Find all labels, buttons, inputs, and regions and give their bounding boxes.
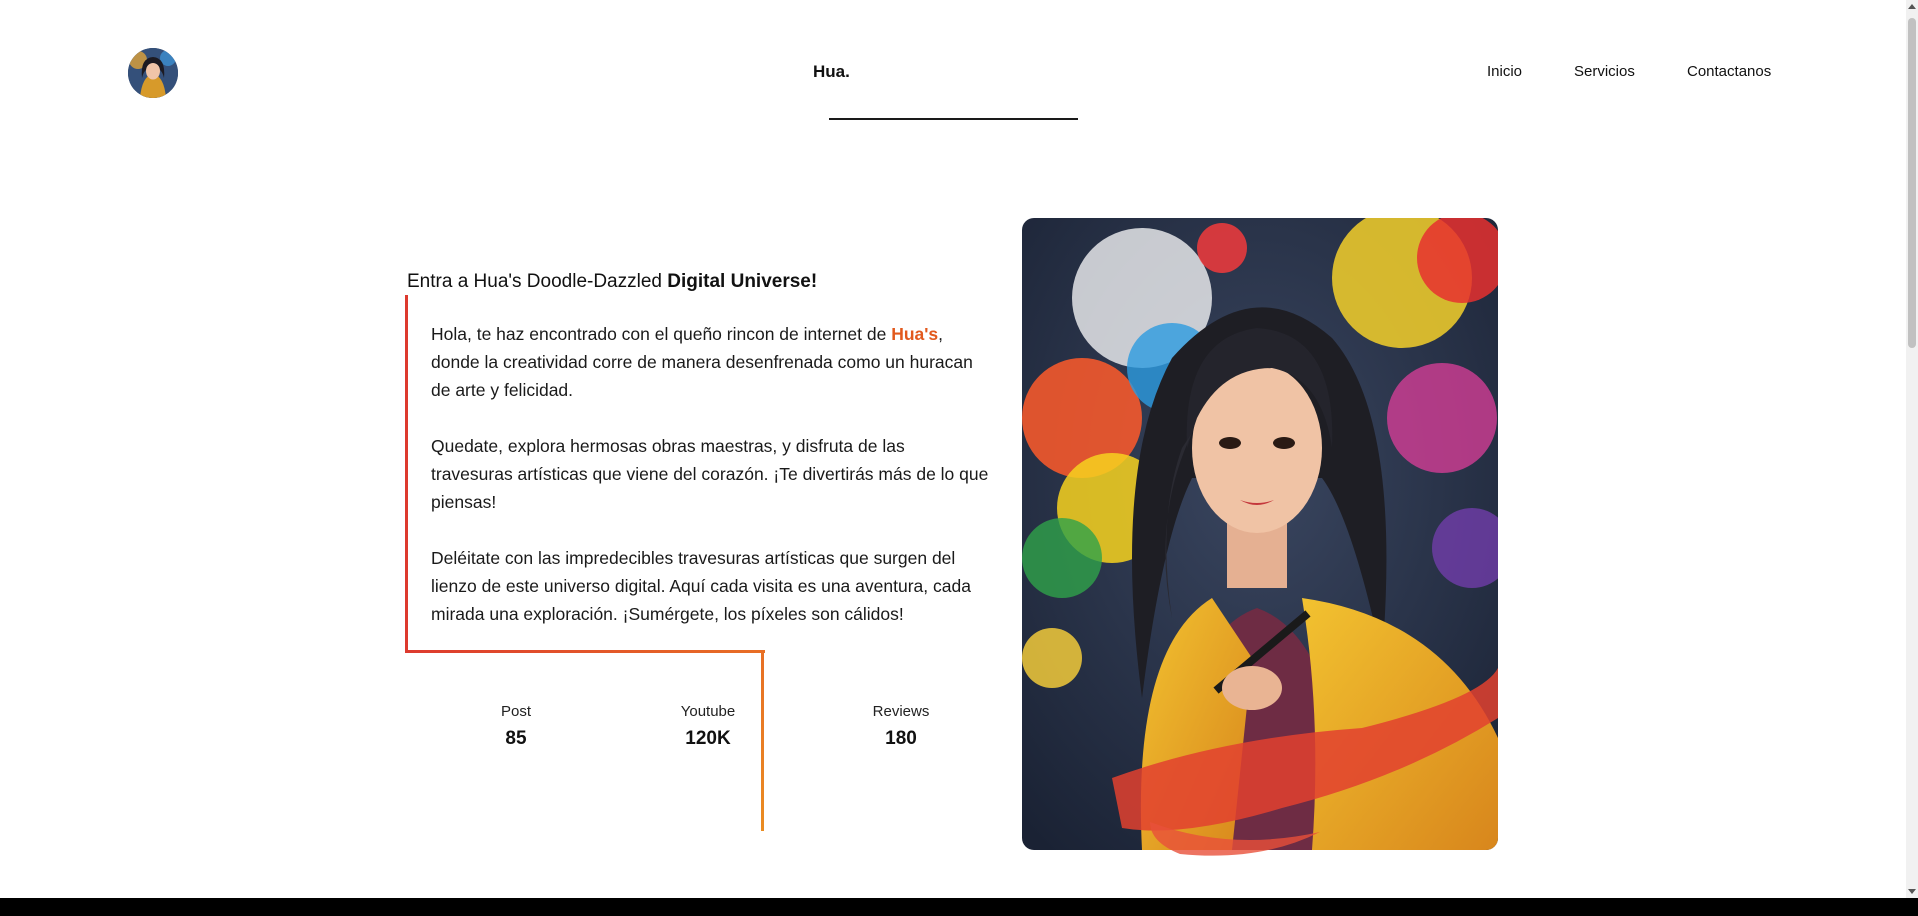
intro-highlight: Hua's — [891, 324, 939, 344]
nav-servicios[interactable]: Servicios — [1574, 63, 1635, 80]
brand-underline — [829, 118, 1078, 120]
scroll-down-icon[interactable] — [1906, 884, 1918, 898]
brush-stroke-decoration — [1140, 812, 1330, 864]
stat-post-label: Post — [500, 703, 531, 720]
hero-portrait — [1022, 218, 1498, 850]
portrait-illustration — [1022, 218, 1498, 850]
stat-reviews-label: Reviews — [872, 703, 930, 720]
nav-inicio[interactable]: Inicio — [1487, 63, 1522, 80]
nav-contactanos[interactable]: Contactanos — [1687, 63, 1771, 80]
explore-paragraph: Quedate, explora hermosas obras maestras… — [431, 436, 989, 512]
hero-title: Entra a Hua's Doodle-Dazzled Digital Uni… — [407, 271, 817, 293]
footer-bar — [0, 898, 1918, 916]
brand-title[interactable]: Hua. — [813, 62, 850, 82]
scroll-up-icon[interactable] — [1906, 0, 1918, 14]
avatar[interactable] — [128, 48, 178, 98]
stat-youtube-value: 120K — [685, 728, 731, 749]
stat-post-value: 85 — [505, 728, 527, 749]
avatar-image — [128, 48, 178, 98]
stat-youtube-label: Youtube — [680, 703, 736, 720]
delight-paragraph: Deléitate con las impredecibles travesur… — [431, 548, 971, 624]
accent-line-left — [405, 295, 408, 653]
stat-reviews-value: 180 — [885, 728, 917, 749]
hero-title-bold: Digital Universe! — [667, 271, 818, 292]
scrollbar-thumb[interactable] — [1908, 18, 1916, 348]
intro-paragraph: Hola, te haz encontrado con el queño rin… — [431, 320, 991, 404]
hero-title-plain: Entra a Hua's Doodle-Dazzled — [407, 271, 668, 292]
accent-line-bottom — [405, 650, 765, 653]
intro-text-start: Hola, te haz encontrado con el queño rin… — [431, 324, 892, 344]
